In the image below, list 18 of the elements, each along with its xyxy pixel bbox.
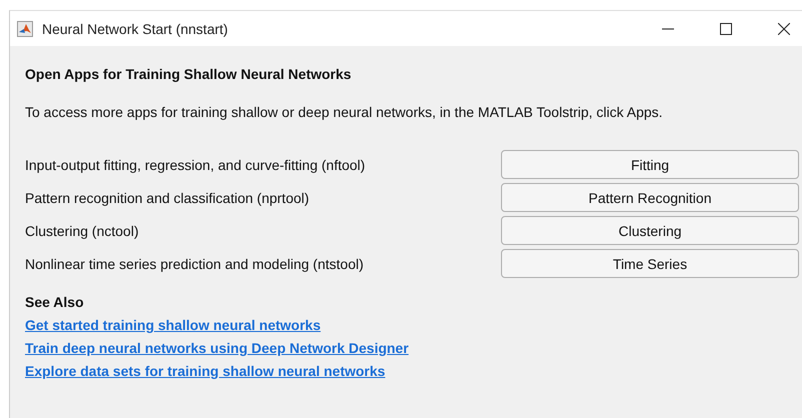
window-title: Neural Network Start (nnstart): [42, 20, 228, 36]
intro-text: To access more apps for training shallow or deep neural networks, in the MATLAB Toolstrip, click Apps.: [25, 104, 664, 120]
doc-link[interactable]: Explore data sets for training shallow neural networks: [25, 363, 386, 379]
section-heading: Open Apps for Training Shallow Neural Networks: [25, 66, 352, 82]
app-description: Input-output fitting, regression, and curve-fitting (nftool): [25, 156, 366, 172]
app-logo-icon: [17, 20, 33, 36]
app-button[interactable]: Fitting: [501, 150, 799, 179]
see-also-heading: See Also: [25, 294, 85, 310]
app-description: Pattern recognition and classification (nprtool): [25, 190, 310, 206]
app-description: Clustering (nctool): [25, 222, 139, 238]
maximize-icon[interactable]: [720, 22, 732, 34]
app-button[interactable]: Pattern Recognition: [501, 183, 799, 212]
close-icon[interactable]: [778, 22, 790, 34]
app-description: Nonlinear time series prediction and modeling (ntstool): [25, 256, 364, 272]
app-button[interactable]: Time Series: [501, 249, 799, 278]
doc-link[interactable]: Get started training shallow neural networks: [25, 317, 321, 333]
doc-link[interactable]: Train deep neural networks using Deep Network Designer: [25, 340, 409, 356]
app-button[interactable]: Clustering: [501, 216, 799, 245]
